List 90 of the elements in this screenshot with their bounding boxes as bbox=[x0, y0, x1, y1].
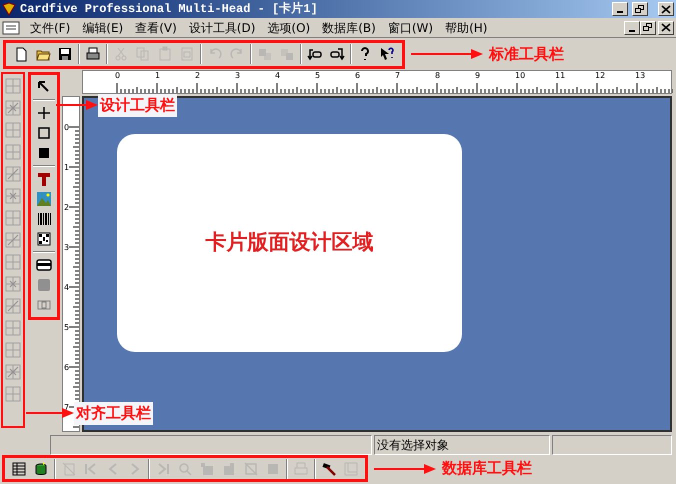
table-grid-icon bbox=[11, 460, 27, 476]
ruler-corner-icon bbox=[343, 460, 359, 476]
magnifier-icon bbox=[177, 460, 193, 476]
minimize-button[interactable] bbox=[612, 2, 628, 16]
restore-button[interactable] bbox=[632, 2, 648, 16]
picture-icon[interactable] bbox=[36, 191, 52, 207]
annotation-arrow bbox=[411, 48, 483, 60]
align-grid-icon[interactable] bbox=[5, 144, 21, 160]
clipboard-icon bbox=[157, 46, 173, 62]
restore-button[interactable] bbox=[640, 20, 656, 34]
close-icon bbox=[661, 4, 671, 14]
ruler-number: 12 bbox=[595, 71, 606, 81]
ruler-number: 8 bbox=[435, 71, 440, 81]
filled-rectangle-icon[interactable] bbox=[36, 145, 52, 161]
ruler-number: 6 bbox=[355, 71, 360, 81]
document-menu-icon[interactable] bbox=[2, 20, 20, 34]
align-grid-icon[interactable] bbox=[5, 342, 21, 358]
annotation-label: 标准工具栏 bbox=[489, 44, 564, 65]
ruler-number: 11 bbox=[555, 71, 566, 81]
ruler-number: 1 bbox=[64, 163, 70, 173]
menu-item[interactable]: 选项(O) bbox=[261, 18, 316, 36]
rectangle-outline-icon[interactable] bbox=[36, 125, 52, 141]
align-grid-icon[interactable] bbox=[5, 298, 21, 314]
minimize-button[interactable] bbox=[624, 20, 640, 34]
ruler-number: 9 bbox=[475, 71, 480, 81]
align-grid-icon[interactable] bbox=[5, 210, 21, 226]
annotation-label: 设计工具栏 bbox=[98, 94, 177, 116]
qr-pattern-icon[interactable] bbox=[36, 231, 52, 247]
ruler-number: 4 bbox=[64, 283, 70, 293]
ruler-number: 5 bbox=[315, 71, 320, 81]
hammer-icon bbox=[321, 460, 337, 476]
page-icon bbox=[179, 46, 195, 62]
window-title: Cardfive Professional Multi-Head - [卡片1] bbox=[20, 0, 319, 18]
app-logo-icon bbox=[2, 2, 16, 16]
align-grid-icon[interactable] bbox=[5, 254, 21, 270]
ruler-number: 7 bbox=[64, 403, 70, 413]
layers-forward-icon bbox=[257, 46, 273, 62]
ruler-number: 13 bbox=[635, 71, 646, 81]
barcode-icon[interactable] bbox=[36, 211, 52, 227]
annotation-arrow bbox=[374, 462, 436, 474]
menu-item[interactable]: 编辑(E) bbox=[76, 18, 130, 36]
ruler-number: 2 bbox=[195, 71, 200, 81]
help-pointer-icon bbox=[379, 46, 395, 62]
printer-icon bbox=[293, 460, 309, 476]
annotation-label: 对齐工具栏 bbox=[74, 402, 153, 424]
menu-item[interactable]: 查看(V) bbox=[129, 18, 183, 36]
menu-item[interactable]: 设计工具(D) bbox=[182, 18, 262, 36]
ruler-number: 1 bbox=[155, 71, 160, 81]
status-cell: 没有选择对象 bbox=[374, 435, 550, 455]
scissors-icon bbox=[113, 46, 129, 62]
close-button[interactable] bbox=[658, 2, 674, 16]
align-grid-icon[interactable] bbox=[5, 122, 21, 138]
ruler-number: 0 bbox=[64, 123, 70, 133]
ruler-number: 7 bbox=[395, 71, 400, 81]
align-grid-icon[interactable] bbox=[5, 320, 21, 336]
close-icon bbox=[661, 23, 671, 32]
card-label: 卡片版面设计区域 bbox=[206, 229, 374, 256]
align-grid-icon[interactable] bbox=[5, 78, 21, 94]
ruler-number: 6 bbox=[64, 363, 70, 373]
align-grid-icon[interactable] bbox=[5, 364, 21, 380]
record-delete-icon bbox=[243, 460, 259, 476]
minimize-icon bbox=[617, 11, 623, 13]
layers-backward-icon bbox=[279, 46, 295, 62]
menu-item[interactable]: 帮助(H) bbox=[439, 18, 494, 36]
menu-item[interactable]: 窗口(W) bbox=[382, 18, 440, 36]
ruler-number: 2 bbox=[64, 203, 70, 213]
align-grid-icon[interactable] bbox=[5, 188, 21, 204]
ruler-number: 0 bbox=[115, 71, 120, 81]
crosshair-line-icon[interactable] bbox=[36, 105, 52, 121]
menu-item[interactable]: 文件(F) bbox=[24, 18, 76, 36]
ruler-number: 4 bbox=[275, 71, 280, 81]
menu-item[interactable]: 数据库(B) bbox=[316, 18, 382, 36]
copy-icon bbox=[135, 46, 151, 62]
align-grid-icon[interactable] bbox=[5, 276, 21, 292]
database-cylinder-icon bbox=[33, 460, 49, 476]
magnetic-stripe-icon[interactable] bbox=[36, 257, 52, 273]
align-grid-icon[interactable] bbox=[5, 166, 21, 182]
printer-icon bbox=[85, 46, 101, 62]
text-tool-icon[interactable] bbox=[36, 171, 52, 187]
annotation-label: 数据库工具栏 bbox=[442, 458, 532, 480]
align-grid-icon[interactable] bbox=[5, 232, 21, 248]
ruler-number: 10 bbox=[515, 71, 526, 81]
minimize-icon bbox=[629, 30, 635, 32]
align-grid-icon[interactable] bbox=[5, 100, 21, 116]
align-grid-icon[interactable] bbox=[5, 386, 21, 402]
close-button[interactable] bbox=[658, 20, 674, 34]
rotate-right-icon bbox=[329, 46, 345, 62]
ruler-number: 5 bbox=[64, 323, 70, 333]
ruler-number: 3 bbox=[235, 71, 240, 81]
ruler-number: 3 bbox=[64, 243, 70, 253]
